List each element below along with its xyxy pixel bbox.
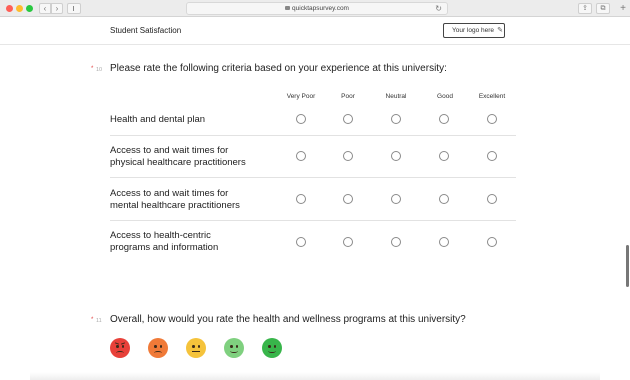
plus-icon[interactable]: +	[617, 2, 629, 15]
column-header-excellent: Excellent	[478, 93, 506, 100]
rating-radio[interactable]	[487, 114, 497, 124]
close-window-button[interactable]	[6, 5, 13, 12]
row-divider	[110, 220, 516, 221]
question-number: 11	[96, 318, 102, 324]
edit-icon: ✎	[497, 27, 503, 34]
row-label-line: mental healthcare practitioners	[110, 200, 240, 211]
matrix-row-label: Access to and wait times for physical he…	[110, 145, 246, 169]
required-marker: *	[91, 66, 94, 72]
row-divider	[110, 177, 516, 178]
next-section-edge	[30, 372, 600, 380]
row-label-line: programs and information	[110, 242, 219, 253]
question-number: 10	[96, 67, 103, 73]
rating-radio[interactable]	[487, 194, 497, 204]
sidebar-icon[interactable]	[67, 3, 81, 14]
logo-placeholder[interactable]: Your logo here ✎	[443, 23, 505, 38]
matrix-row-label: Access to and wait times for mental heal…	[110, 188, 240, 212]
rating-radio[interactable]	[391, 237, 401, 247]
tabs-icon[interactable]: ⧉	[596, 3, 610, 14]
neutral-face-icon[interactable]	[186, 338, 206, 358]
row-label-line: Access to and wait times for	[110, 145, 229, 156]
matrix-row-label: Health and dental plan	[110, 114, 205, 126]
minimize-window-button[interactable]	[16, 5, 23, 12]
rating-radio[interactable]	[296, 114, 306, 124]
url-text: quicktapsurvey.com	[292, 5, 349, 12]
rating-radio[interactable]	[343, 114, 353, 124]
rating-radio[interactable]	[343, 151, 353, 161]
required-marker: *	[91, 317, 94, 323]
rating-radio[interactable]	[439, 151, 449, 161]
rating-radio[interactable]	[391, 114, 401, 124]
column-header-poor: Poor	[341, 93, 355, 100]
very-satisfied-face-icon[interactable]	[262, 338, 282, 358]
row-divider	[110, 135, 516, 136]
rating-radio[interactable]	[439, 114, 449, 124]
forward-icon[interactable]: ›	[51, 3, 63, 14]
question-text: Please rate the following criteria based…	[110, 63, 447, 74]
logo-placeholder-label: Your logo here	[452, 27, 495, 34]
dissatisfied-face-icon[interactable]	[148, 338, 168, 358]
question-text: Overall, how would you rate the health a…	[110, 314, 466, 325]
row-label-line: Health and dental plan	[110, 114, 206, 125]
column-header-neutral: Neutral	[385, 93, 407, 100]
rating-radio[interactable]	[343, 237, 353, 247]
row-label-line: Access to and wait times for	[110, 188, 229, 199]
rating-radio[interactable]	[487, 151, 497, 161]
column-header-very-poor: Very Poor	[286, 93, 316, 100]
lock-icon	[285, 6, 291, 10]
zoom-window-button[interactable]	[26, 5, 33, 12]
scrollbar[interactable]	[626, 245, 629, 287]
rating-radio[interactable]	[391, 151, 401, 161]
row-label-line: physical healthcare practitioners	[110, 157, 246, 168]
rating-radio[interactable]	[439, 237, 449, 247]
rating-radio[interactable]	[296, 151, 306, 161]
reload-icon[interactable]: ↻	[435, 3, 442, 14]
column-header-good: Good	[437, 93, 453, 100]
satisfied-face-icon[interactable]	[224, 338, 244, 358]
survey-header: Student Satisfaction Your logo here ✎	[0, 18, 630, 45]
back-icon[interactable]: ‹	[39, 3, 51, 14]
very-dissatisfied-face-icon[interactable]	[110, 338, 130, 358]
survey-title: Student Satisfaction	[110, 26, 182, 35]
share-icon[interactable]: ⇪	[578, 3, 592, 14]
rating-radio[interactable]	[487, 237, 497, 247]
rating-radio[interactable]	[391, 194, 401, 204]
rating-radio[interactable]	[343, 194, 353, 204]
matrix-row-label: Access to health-centric programs and in…	[110, 230, 218, 254]
rating-radio[interactable]	[439, 194, 449, 204]
browser-toolbar: ‹ › quicktapsurvey.com ↻ ⇪ ⧉ +	[0, 0, 630, 17]
row-label-line: Access to health-centric	[110, 230, 211, 241]
rating-radio[interactable]	[296, 237, 306, 247]
address-bar[interactable]: quicktapsurvey.com ↻	[186, 2, 448, 15]
rating-radio[interactable]	[296, 194, 306, 204]
